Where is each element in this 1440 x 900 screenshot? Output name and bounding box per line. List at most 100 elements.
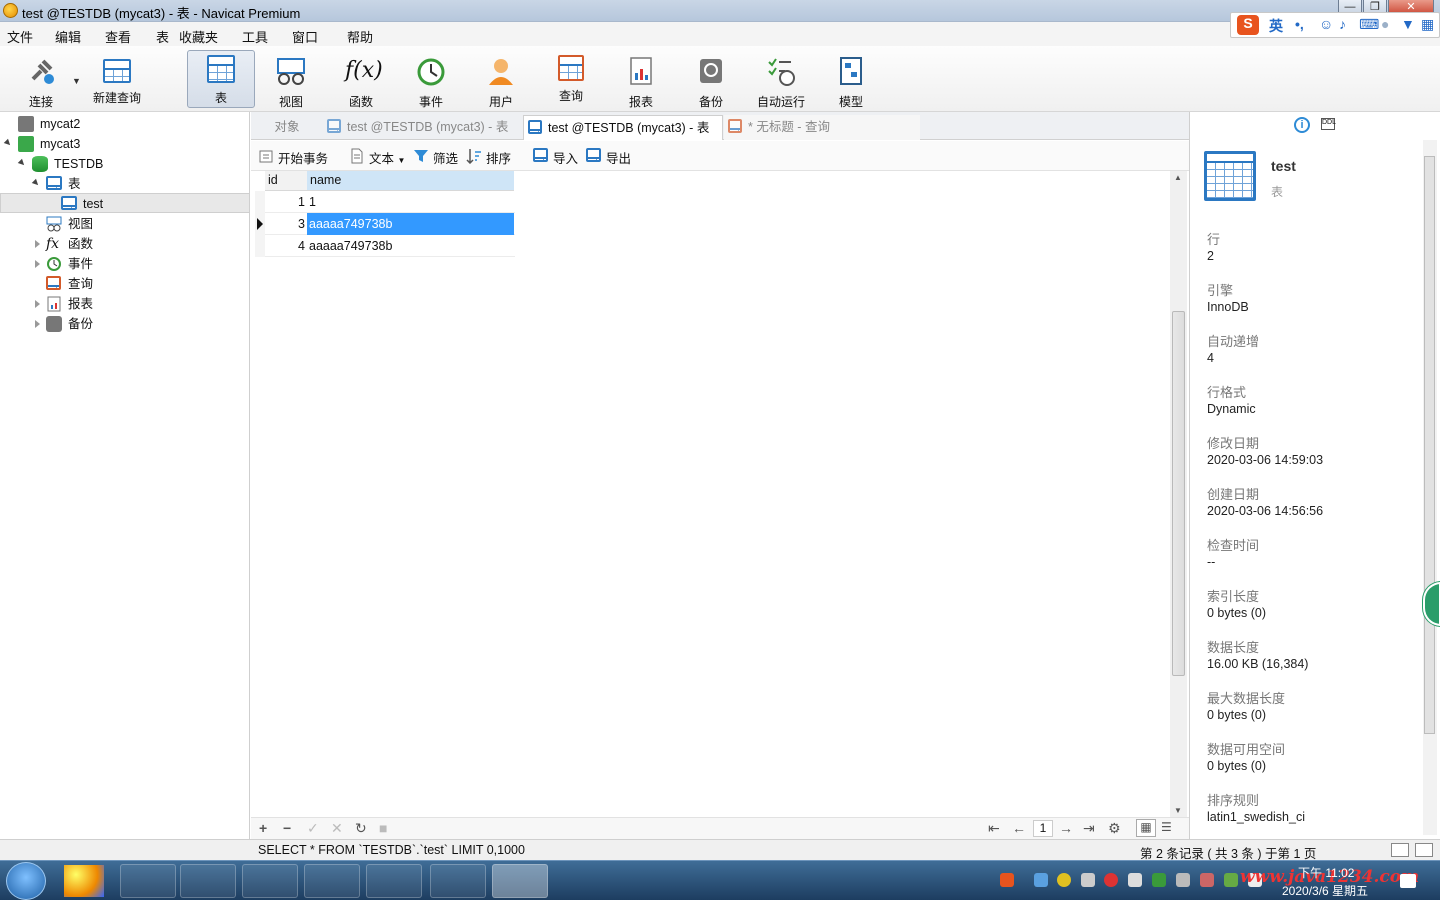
tree-item-queries[interactable]: 查询 bbox=[0, 274, 250, 294]
column-header-name[interactable]: name bbox=[307, 171, 514, 191]
ime-lang-label[interactable]: 英 bbox=[1269, 16, 1283, 36]
menu-view[interactable]: 查看 bbox=[105, 27, 131, 46]
import-button[interactable]: 导入 bbox=[533, 148, 578, 167]
collapsed-arrow-icon[interactable] bbox=[35, 300, 40, 308]
table-button[interactable]: 表 bbox=[187, 50, 255, 108]
menu-favorites[interactable]: 收藏夹 bbox=[179, 27, 218, 46]
taskbar-navicat-icon[interactable] bbox=[492, 864, 548, 898]
collapsed-arrow-icon[interactable] bbox=[35, 320, 40, 328]
scroll-down-icon[interactable]: ▼ bbox=[1174, 806, 1182, 815]
tray-shield-icon[interactable] bbox=[1152, 873, 1166, 887]
action-center-icon[interactable] bbox=[1400, 874, 1416, 888]
ime-toolbar[interactable]: S 英 •, ☺ ♪ ⌨ ● ▼ ▦ bbox=[1230, 12, 1440, 38]
tray-usb-icon[interactable] bbox=[1128, 873, 1142, 887]
connect-button[interactable]: 连接 bbox=[8, 50, 74, 109]
tray-network-icon[interactable] bbox=[1034, 873, 1048, 887]
discard-changes-icon[interactable]: ✕ bbox=[331, 820, 343, 837]
menu-help[interactable]: 帮助 bbox=[347, 27, 373, 46]
clock-time[interactable]: 下午 11:02 bbox=[1298, 864, 1354, 881]
expand-arrow-icon[interactable] bbox=[17, 158, 27, 168]
tray-misc-icon[interactable] bbox=[1200, 873, 1214, 887]
refresh-icon[interactable]: ↻ bbox=[355, 820, 367, 837]
menu-file[interactable]: 文件 bbox=[7, 27, 33, 46]
tab-table-1[interactable]: test @TESTDB (mycat3) - 表 bbox=[323, 115, 523, 140]
apply-changes-icon[interactable]: ✓ bbox=[307, 820, 319, 837]
taskbar-remote-icon[interactable] bbox=[180, 864, 236, 898]
collapsed-arrow-icon[interactable] bbox=[35, 240, 40, 248]
tab-objects[interactable]: 对象 bbox=[251, 115, 323, 140]
scrollbar-thumb[interactable] bbox=[1172, 311, 1185, 676]
text-view-button[interactable]: 文本 ▼ bbox=[349, 148, 405, 167]
table-row[interactable]: 1 1 bbox=[255, 191, 515, 213]
table-row[interactable]: 4 aaaaa749738b bbox=[255, 235, 515, 257]
expand-arrow-icon[interactable] bbox=[3, 138, 13, 148]
taskbar-mx-icon[interactable] bbox=[430, 864, 486, 898]
tree-item-functions[interactable]: fx 函数 bbox=[0, 234, 250, 254]
tools-icon[interactable]: ▦ bbox=[1421, 16, 1434, 33]
tree-item-events[interactable]: 事件 bbox=[0, 254, 250, 274]
tab-untitled-query[interactable]: * 无标题 - 查询 bbox=[724, 115, 920, 140]
tree-item-testdb[interactable]: TESTDB bbox=[0, 154, 250, 174]
taskbar-ie-icon[interactable] bbox=[120, 864, 176, 898]
expand-arrow-icon[interactable] bbox=[31, 178, 41, 188]
tray-security-icon[interactable] bbox=[1104, 873, 1118, 887]
ddl-icon[interactable]: DDL bbox=[1321, 118, 1336, 130]
menu-table[interactable]: 表 bbox=[156, 27, 169, 46]
tray-app-icon[interactable] bbox=[1057, 873, 1071, 887]
sort-button[interactable]: 排序 bbox=[466, 148, 511, 167]
clock-date[interactable]: 2020/3/6 星期五 bbox=[1282, 882, 1368, 899]
delete-record-icon[interactable]: − bbox=[283, 820, 291, 836]
taskbar-editor-icon[interactable] bbox=[242, 864, 298, 898]
info-scrollbar[interactable] bbox=[1423, 140, 1437, 835]
tree-item-mycat3[interactable]: mycat3 bbox=[0, 134, 250, 154]
info-icon[interactable]: i bbox=[1294, 117, 1310, 133]
first-page-icon[interactable]: ⇤ bbox=[988, 820, 1000, 837]
layout-toggle-right-icon[interactable] bbox=[1415, 843, 1433, 857]
table-row[interactable]: 3 aaaaa749738b bbox=[255, 213, 515, 235]
menu-tools[interactable]: 工具 bbox=[242, 27, 268, 46]
previous-page-icon[interactable]: ← bbox=[1012, 820, 1026, 836]
stop-icon[interactable]: ■ bbox=[379, 820, 387, 836]
taskbar-app-icon[interactable] bbox=[64, 865, 104, 897]
model-button[interactable]: 模型 bbox=[818, 50, 884, 109]
tree-item-reports[interactable]: 报表 bbox=[0, 294, 250, 314]
punct-icon[interactable]: •, bbox=[1295, 16, 1304, 32]
autorun-button[interactable]: 自动运行 bbox=[748, 50, 814, 109]
backup-button[interactable]: 备份 bbox=[678, 50, 744, 109]
tree-item-backups[interactable]: 备份 bbox=[0, 314, 250, 334]
grid-vertical-scrollbar[interactable]: ▲ ▼ bbox=[1170, 171, 1187, 817]
export-button[interactable]: 导出 bbox=[586, 148, 631, 167]
taskbar-explorer-icon[interactable] bbox=[366, 864, 422, 898]
layout-toggle-left-icon[interactable] bbox=[1391, 843, 1409, 857]
user-button[interactable]: 用户 bbox=[468, 50, 534, 109]
keyboard-icon[interactable]: ⌨ bbox=[1359, 16, 1379, 33]
tray-nvidia-icon[interactable] bbox=[1224, 873, 1238, 887]
view-button[interactable]: 视图 bbox=[258, 50, 324, 109]
form-view-icon[interactable]: ☰ bbox=[1161, 820, 1172, 834]
info-scrollbar-thumb[interactable] bbox=[1424, 156, 1435, 734]
next-page-icon[interactable]: → bbox=[1059, 820, 1073, 836]
taskbar-dolphin-icon[interactable] bbox=[304, 864, 360, 898]
menu-window[interactable]: 窗口 bbox=[292, 27, 318, 46]
grid-view-icon[interactable]: ▦ bbox=[1136, 819, 1156, 837]
tree-item-mycat2[interactable]: mycat2 bbox=[0, 114, 250, 134]
scroll-up-icon[interactable]: ▲ bbox=[1174, 173, 1182, 182]
tree-item-views[interactable]: 视图 bbox=[0, 214, 250, 234]
mic-icon[interactable]: ♪ bbox=[1339, 16, 1346, 32]
filter-button[interactable]: 筛选 bbox=[413, 148, 458, 167]
emoji-icon[interactable]: ☺ bbox=[1319, 16, 1333, 32]
function-button[interactable]: f(x) 函数 bbox=[328, 50, 394, 109]
last-page-icon[interactable]: ⇥ bbox=[1083, 820, 1095, 837]
tray-display-icon[interactable] bbox=[1081, 873, 1095, 887]
user-icon[interactable]: ● bbox=[1381, 16, 1389, 32]
add-record-icon[interactable]: + bbox=[259, 820, 267, 836]
tray-device-icon[interactable] bbox=[1176, 873, 1190, 887]
menu-edit[interactable]: 编辑 bbox=[55, 27, 81, 46]
tray-sogou-icon[interactable] bbox=[1000, 873, 1014, 887]
settings-gear-icon[interactable]: ⚙ bbox=[1108, 820, 1121, 837]
collapsed-arrow-icon[interactable] bbox=[35, 260, 40, 268]
start-button-icon[interactable] bbox=[6, 862, 46, 900]
report-button[interactable]: 报表 bbox=[608, 50, 674, 109]
new-query-button[interactable]: 新建查询 bbox=[84, 50, 150, 108]
tree-item-test[interactable]: test bbox=[0, 193, 250, 213]
